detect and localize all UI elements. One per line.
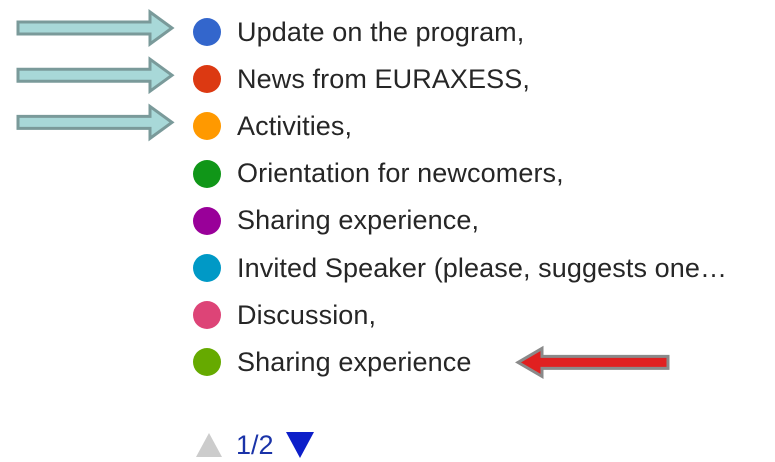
legend-item[interactable]: News from EURAXESS, [193, 63, 530, 95]
legend-color-dot [193, 348, 221, 377]
legend-label: Invited Speaker (please, suggests one… [237, 252, 728, 283]
legend-color-dot [193, 301, 221, 330]
legend-pager: 1/2 [196, 428, 314, 462]
legend-label: Orientation for newcomers, [237, 158, 564, 189]
triangle-down-icon[interactable] [285, 432, 314, 458]
legend-label: Sharing experience, [237, 205, 480, 236]
legend-color-dot [193, 254, 221, 282]
legend-color-dot [193, 159, 221, 188]
legend-label: Update on the program, [237, 16, 525, 47]
triangle-up-icon[interactable] [196, 433, 222, 457]
chart-legend: Update on the program, News from EURAXESS… [0, 0, 775, 461]
legend-item[interactable]: Sharing experience [193, 346, 471, 378]
legend-item[interactable]: Sharing experience, [193, 205, 479, 237]
legend-label: Sharing experience [237, 346, 472, 377]
legend-label: News from EURAXESS, [237, 63, 530, 94]
legend-item[interactable]: Orientation for newcomers, [193, 158, 564, 190]
legend-label: Discussion, [237, 299, 377, 330]
legend-color-dot [193, 112, 221, 141]
legend-item[interactable]: Discussion, [193, 299, 376, 331]
legend-color-dot [193, 206, 221, 235]
legend-item[interactable]: Invited Speaker (please, suggests one… [193, 252, 727, 284]
legend-color-dot [193, 18, 221, 46]
legend-color-dot [193, 65, 221, 94]
legend-item[interactable]: Update on the program, [193, 16, 524, 48]
pager-label: 1/2 [236, 429, 274, 460]
legend-item[interactable]: Activities, [193, 110, 352, 142]
legend-label: Activities, [237, 110, 353, 141]
